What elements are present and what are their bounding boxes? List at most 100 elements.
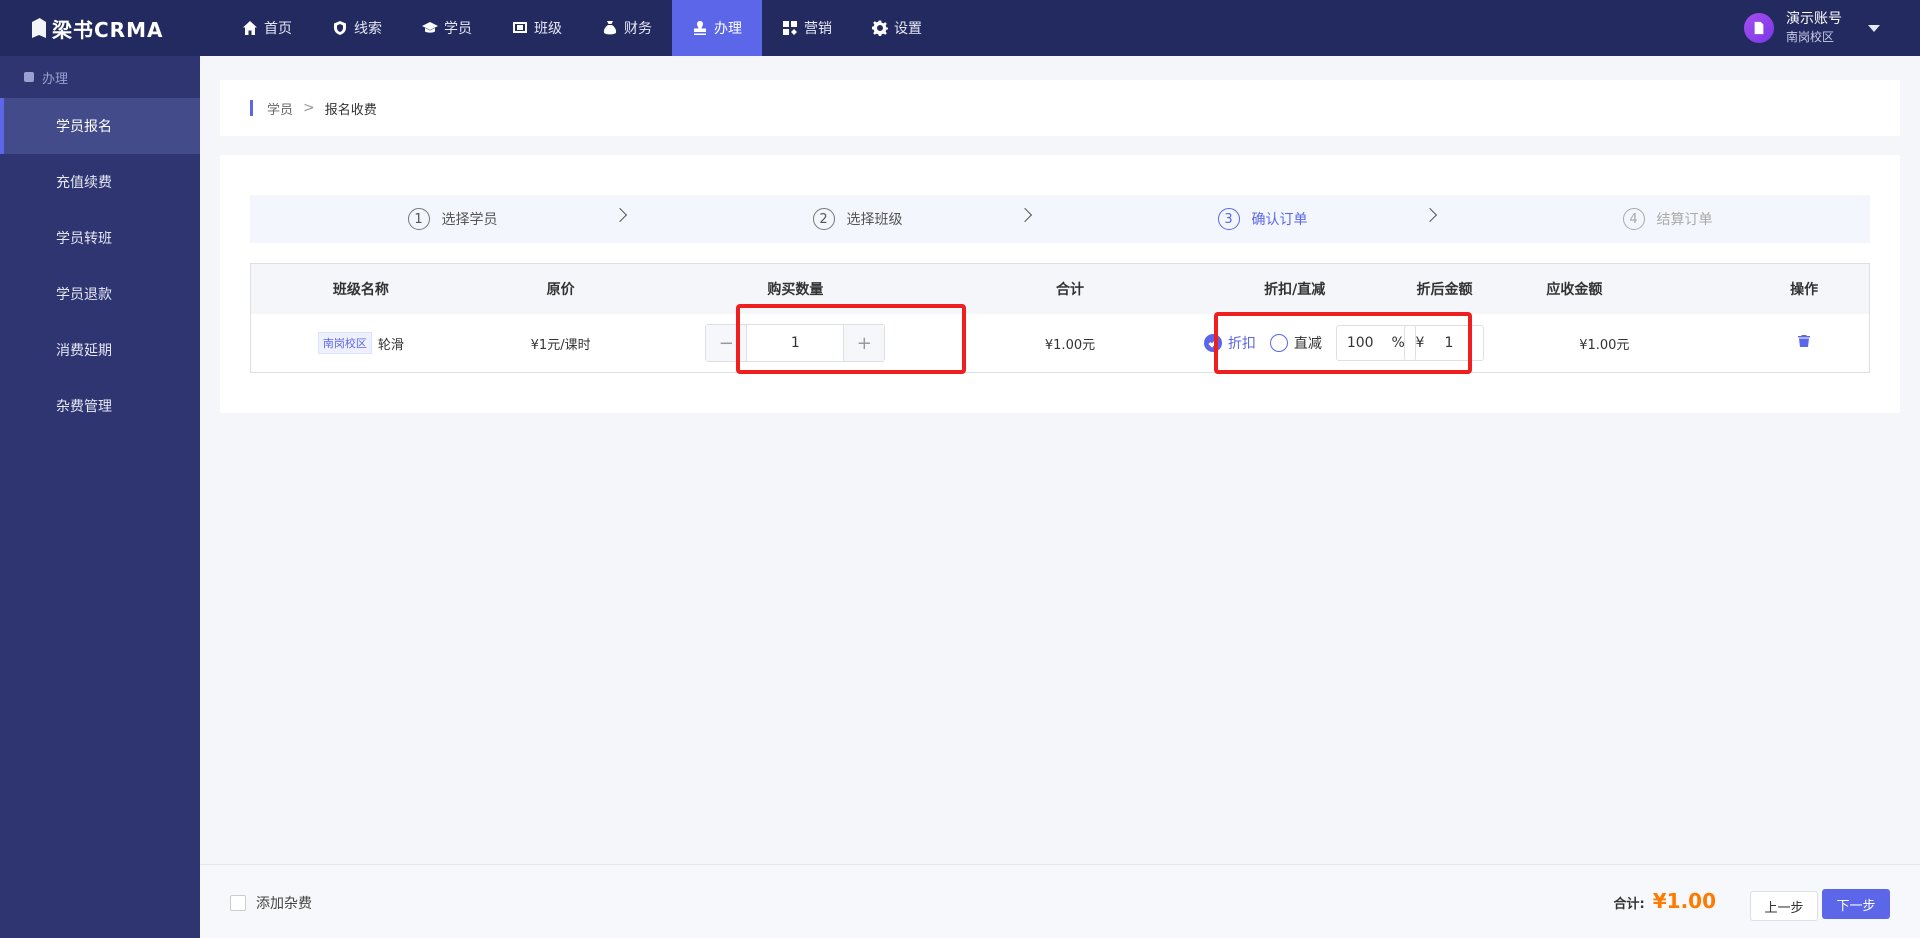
- prev-step-button[interactable]: 上一步: [1750, 891, 1818, 921]
- menu-square-icon: [24, 72, 34, 82]
- money-bag-icon: [602, 20, 618, 36]
- breadcrumb-accent-bar: [250, 100, 253, 116]
- nav-item-students[interactable]: 学员: [402, 0, 492, 56]
- board-icon: [512, 20, 528, 36]
- chevron-right-icon: [1017, 207, 1033, 223]
- sidebar-item-extend[interactable]: 消费延期: [0, 322, 200, 378]
- after-discount-input[interactable]: ¥ 1: [1404, 325, 1485, 361]
- chevron-down-icon[interactable]: [1868, 24, 1880, 32]
- nav-item-label: 班级: [534, 21, 562, 37]
- user-name: 演示账号: [1786, 11, 1842, 27]
- order-table: 班级名称 原价 购买数量 合计 折扣/直减 折后金额 应收金额 操作 南岗校区 …: [250, 263, 1870, 373]
- decrement-button[interactable]: −: [706, 325, 747, 361]
- reduce-radio[interactable]: 直减: [1269, 333, 1322, 353]
- check-icon: [1203, 334, 1222, 352]
- reduce-radio-label: 直减: [1293, 336, 1322, 352]
- col-discount: 折扣/直减: [1264, 282, 1326, 298]
- total-cell: ¥1.00元: [1044, 337, 1096, 353]
- user-info: 演示账号 南岗校区: [1786, 10, 1842, 46]
- increment-button[interactable]: +: [844, 325, 885, 361]
- class-name: 轮滑: [377, 337, 404, 353]
- col-total: 合计: [1055, 282, 1084, 298]
- sidebar-item-misc-fees[interactable]: 杂费管理: [0, 378, 200, 434]
- sidebar-header: 办理: [0, 56, 200, 98]
- total-amount: ¥1.00: [1652, 889, 1716, 913]
- sidebar-item-label: 学员报名: [56, 119, 112, 135]
- document-icon: [1754, 21, 1764, 35]
- col-action: 操作: [1790, 282, 1819, 298]
- add-fee-label: 添加杂费: [256, 896, 312, 912]
- step-number: 4: [1622, 208, 1645, 230]
- sidebar-item-label: 杂费管理: [56, 399, 112, 415]
- footer-bar: 添加杂费 合计: ¥1.00 上一步 下一步: [200, 864, 1920, 938]
- nav-item-finance[interactable]: 财务: [582, 0, 672, 56]
- breadcrumb: 学员 > 报名收费: [220, 80, 1900, 136]
- discount-radio-label: 折扣: [1227, 336, 1256, 352]
- table-header: 班级名称 原价 购买数量 合计 折扣/直减 折后金额 应收金额 操作: [251, 264, 1869, 314]
- delete-button[interactable]: [1797, 334, 1811, 352]
- step-confirm-order: 3 确认订单: [1060, 195, 1465, 243]
- next-step-button[interactable]: 下一步: [1822, 889, 1890, 919]
- nav-item-label: 学员: [444, 21, 472, 37]
- discount-radio[interactable]: 折扣: [1203, 333, 1256, 353]
- main-nav: 首页 线索 学员 班级 财务 办理 营销 设置: [222, 0, 942, 56]
- col-class-name: 班级名称: [332, 282, 389, 298]
- sidebar-item-refund[interactable]: 学员退款: [0, 266, 200, 322]
- receivable-cell: ¥1.00元: [1579, 337, 1630, 353]
- nav-item-handle[interactable]: 办理: [672, 0, 762, 56]
- chevron-right-icon: [612, 207, 628, 223]
- sidebar-item-label: 充值续费: [56, 175, 112, 191]
- breadcrumb-parent[interactable]: 学员: [267, 99, 293, 118]
- step-label: 结算订单: [1656, 212, 1713, 228]
- nav-item-marketing[interactable]: 营销: [762, 0, 852, 56]
- nav-item-label: 财务: [624, 21, 652, 37]
- col-price: 原价: [546, 282, 575, 298]
- order-total: 合计: ¥1.00: [1614, 889, 1716, 913]
- step-label: 确认订单: [1251, 212, 1308, 228]
- top-navigation-bar: 梁书CRMA 首页 线索 学员 班级 财务 办理 营销 设置 演示账号 南岗校区: [0, 0, 1920, 56]
- currency-prefix: ¥: [1415, 335, 1425, 351]
- col-quantity: 购买数量: [767, 282, 824, 298]
- quantity-stepper: − 1 +: [705, 324, 886, 362]
- radio-circle-icon: [1269, 334, 1288, 352]
- user-menu[interactable]: 演示账号 南岗校区: [1744, 10, 1880, 46]
- step-select-class: 2 选择班级: [655, 195, 1060, 243]
- step-number: 3: [1217, 208, 1240, 230]
- add-fee-checkbox[interactable]: 添加杂费: [230, 893, 312, 913]
- step-label: 选择学员: [441, 212, 498, 228]
- step-indicator: 1 选择学员 2 选择班级 3 确认订单 4 结算订单: [250, 195, 1870, 243]
- chevron-right-icon: [1422, 207, 1438, 223]
- sidebar: 办理 学员报名 充值续费 学员转班 学员退款 消费延期 杂费管理: [0, 56, 200, 938]
- step-number: 1: [407, 208, 430, 230]
- table-row: 南岗校区 轮滑 ¥1元/课时 − 1 + ¥1.00元 折扣 直减 100 % …: [251, 314, 1869, 372]
- nav-item-label: 办理: [714, 21, 742, 37]
- trash-icon: [1798, 335, 1811, 347]
- book-logo-icon: [32, 18, 46, 38]
- discount-value: 100: [1346, 335, 1374, 351]
- marketing-icon: [782, 20, 798, 36]
- after-discount-value: 1: [1444, 335, 1454, 351]
- class-name-cell: 南岗校区 轮滑: [251, 314, 471, 372]
- sidebar-item-label: 学员退款: [56, 287, 112, 303]
- avatar[interactable]: [1744, 13, 1774, 43]
- nav-item-home[interactable]: 首页: [222, 0, 312, 56]
- col-receivable: 应收金额: [1546, 282, 1603, 298]
- nav-item-label: 首页: [264, 21, 292, 37]
- after-discount-cell: ¥ 1: [1390, 314, 1500, 372]
- order-card: 1 选择学员 2 选择班级 3 确认订单 4 结算订单 班级名称 原价 购买数量…: [220, 155, 1900, 413]
- nav-item-settings[interactable]: 设置: [852, 0, 942, 56]
- app-logo[interactable]: 梁书CRMA: [32, 14, 163, 42]
- quantity-input[interactable]: 1: [746, 325, 845, 361]
- step-label: 选择班级: [846, 212, 903, 228]
- nav-item-label: 设置: [894, 21, 922, 37]
- sidebar-item-recharge[interactable]: 充值续费: [0, 154, 200, 210]
- checkbox-box[interactable]: [230, 895, 246, 911]
- stamp-icon: [692, 20, 708, 36]
- graduation-cap-icon: [422, 20, 438, 36]
- sidebar-item-transfer-class[interactable]: 学员转班: [0, 210, 200, 266]
- nav-item-leads[interactable]: 线索: [312, 0, 402, 56]
- nav-item-classes[interactable]: 班级: [492, 0, 582, 56]
- col-action-spacer: [1649, 264, 1739, 314]
- sidebar-item-student-enroll[interactable]: 学员报名: [0, 98, 200, 154]
- quantity-cell: − 1 +: [651, 314, 941, 372]
